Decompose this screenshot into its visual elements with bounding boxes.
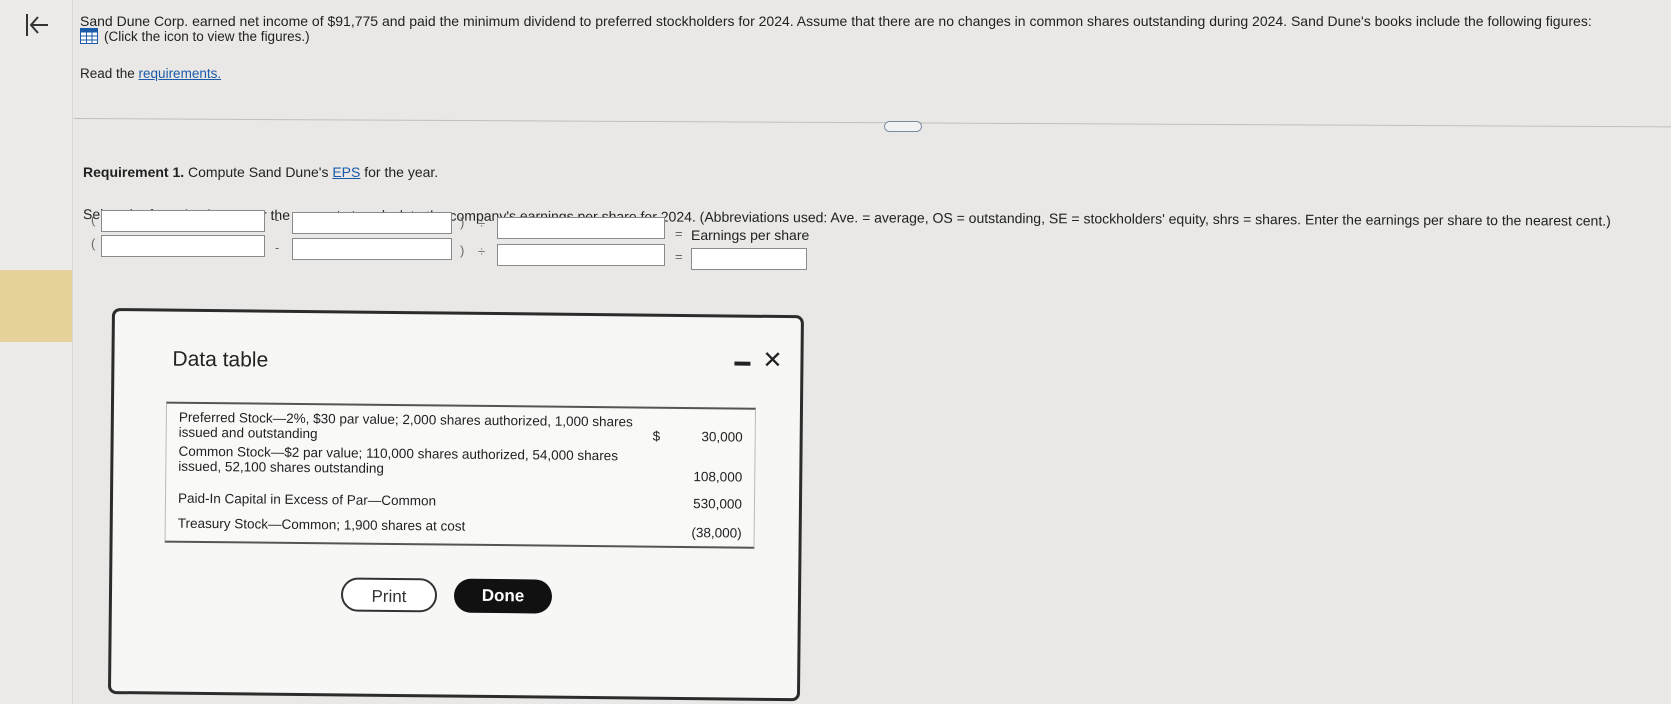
row-label: Paid-In Capital in Excess of Par—Common [177,490,437,509]
minus-2: - [275,240,280,255]
requirement-text-before: Compute Sand Dune's [184,164,333,180]
row-label: Common Stock—$2 par value; 110,000 share… [178,443,619,476]
divide-1: ÷ [478,216,486,231]
formula-input-2b[interactable] [292,238,452,260]
row-value: 530,000 [693,496,743,512]
open-paren-1: ( [91,212,96,227]
formula-input-1b[interactable] [292,212,452,234]
done-button[interactable]: Done [453,578,553,614]
formula-input-2c[interactable] [497,244,665,266]
section-divider [73,118,1671,128]
row-value: 30,000 [701,429,743,445]
read-requirements-line: Read the requirements. [80,66,221,81]
rail-accent [0,270,72,342]
figures-hint: (Click the icon to view the figures.) [104,28,310,44]
table-row: Common Stock—$2 par value; 110,000 share… [166,442,754,487]
figures-hint-line: (Click the icon to view the figures.) [80,28,310,44]
row-currency: $ [652,428,661,444]
row-label: Preferred Stock—2%, $30 par value; 2,000… [178,409,633,442]
requirement-text-after: for the year. [360,164,439,180]
equals-2: = [675,249,683,264]
minimize-icon[interactable] [734,361,751,366]
print-button[interactable]: Print [340,577,438,613]
formula-input-1c[interactable] [497,217,665,239]
eps-result-input[interactable] [691,248,807,270]
read-prefix: Read the [80,66,139,81]
modal-title: Data table [172,347,269,372]
left-rail [0,0,73,704]
table-row: Treasury Stock—Common; 1,900 shares at c… [166,508,754,547]
close-paren-2: ) [460,243,465,258]
close-paren-1: ) [460,215,465,230]
open-paren-2: ( [91,236,96,251]
row-value: (38,000) [691,525,742,541]
table-row: Preferred Stock—2%, $30 par value; 2,000… [167,404,755,448]
formula-input-1a[interactable] [101,210,265,232]
data-table-icon[interactable] [80,28,98,44]
requirements-link[interactable]: requirements. [139,66,222,81]
data-table: Preferred Stock—2%, $30 par value; 2,000… [164,401,756,549]
collapse-left-icon[interactable] [22,10,52,40]
divider-handle[interactable] [884,121,922,132]
close-icon[interactable]: ✕ [762,346,782,375]
divide-2: ÷ [478,244,486,259]
data-table-modal: Data table ✕ Preferred Stock—2%, $30 par… [107,308,804,702]
eps-link[interactable]: EPS [332,164,360,180]
requirement-heading: Requirement 1. Compute Sand Dune's EPS f… [83,164,438,180]
equals-1: = [675,226,683,241]
result-label: Earnings per share [691,227,810,243]
formula-input-2a[interactable] [101,235,265,257]
requirement-label: Requirement 1. [83,164,185,180]
row-value: 108,000 [693,469,743,485]
row-label: Treasury Stock—Common; 1,900 shares at c… [177,515,466,534]
minus-1: - [275,212,280,227]
